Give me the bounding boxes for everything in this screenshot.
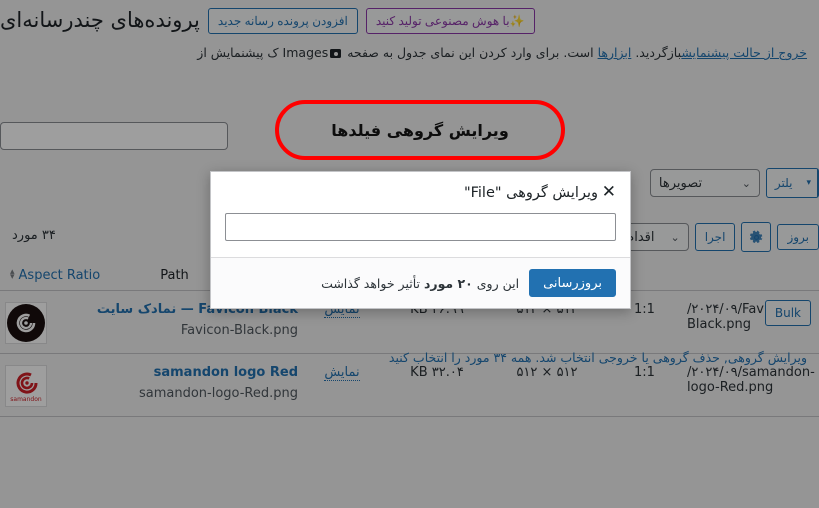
filter-toolbar: ▾ یلتر ⌄ تصویرها [649,168,819,198]
bulk-button[interactable]: Bulk [764,300,811,326]
modal-body [211,207,630,257]
tools-link[interactable]: ابزارها [598,45,632,60]
selection-notice-text: ویرایش گروهی, حذف گروهی یا خروجی انتخاب … [388,350,807,365]
filter-button-label[interactable]: یلتر [767,176,801,190]
sort-icon[interactable]: ▴ ▾ [10,268,15,282]
media-type-select-value: تصویرها [658,175,703,191]
search-input[interactable] [0,122,228,150]
column-header-aspect-ratio[interactable]: ▴ ▾ Aspect Ratio [0,268,132,283]
notice-before-text: ک پیشنمایش از [197,45,279,60]
apply-bulk-action-button[interactable]: اجرا [694,223,736,251]
modal-footer: بروزرسانی این روی ۲۰ مورد تأثیر خواهد گذ… [211,257,630,308]
chevron-down-icon: ⌄ [741,176,751,190]
item-count: ۳۴ مورد [12,228,56,243]
column-header-path: Path [160,267,189,283]
media-dimensions: ۵۱۲ × ۵۱۲ [516,365,578,380]
gear-icon[interactable] [741,222,772,252]
media-filename: Favicon-Black.png [180,322,298,338]
affect-prefix: این روی [472,275,520,291]
notice-images-word: Images [282,45,329,60]
filter-split-button[interactable]: ▾ یلتر [765,168,819,198]
media-filename: samandon-logo-Red.png [138,385,298,401]
modal-header: ✕ ویرایش گروهی "File" [211,172,630,207]
annotation-callout-label: ویرایش گروهی فیلدها [331,120,509,140]
affect-suffix: تأثیر خواهد گذاشت [321,275,424,291]
bulk-strip: Bulk [764,300,811,326]
preview-notice: خروج از حالت پیشنمایشبازگردید. ابزارها ا… [0,34,819,63]
close-icon[interactable]: ✕ [598,184,616,201]
page-title: پرونده‌های چندرسانه‌ای [0,8,200,33]
row-thumbnail-cell [0,300,52,344]
notice-after-text: بازگردید. [635,45,682,60]
media-thumbnail [5,302,47,344]
media-path: /۲۰۲۴/۰۹/samandon-logo-Red.png [687,365,815,395]
column-header-aspect-ratio-label: Aspect Ratio [18,267,101,283]
images-badge-icon [330,49,342,58]
media-thumbnail: samandon [5,365,47,407]
add-new-media-button[interactable]: افزودن پرونده رسانه جدید [207,8,358,34]
browse-button[interactable]: بروز [777,224,819,250]
row-title-cell: samandon logo Red samandon-logo-Red.png [52,363,302,405]
affect-count: ۲۰ مورد [423,275,473,291]
media-type-select[interactable]: ⌄ تصویرها [649,169,760,197]
media-filesize: ۳۲.۰۴ KB [410,365,464,380]
search-bar [0,122,228,150]
media-aspect-ratio: 1:1 [634,365,655,380]
modal-title: ویرایش گروهی "File" [463,184,598,201]
exit-preview-link[interactable]: خروج از حالت پیشنمایش [681,45,807,60]
affected-items-text: این روی ۲۰ مورد تأثیر خواهد گذاشت [225,276,519,291]
update-button[interactable]: بروزرسانی [529,269,616,297]
ai-generate-button[interactable]: ✨با هوش مصنوعی تولید کنید [365,8,535,34]
row-thumbnail-cell: samandon [0,363,52,407]
annotation-callout: ویرایش گروهی فیلدها [275,100,565,160]
notice-middle-text: است. برای وارد کردن این نمای جدول به صفح… [347,45,594,60]
view-link[interactable]: نمایش [324,365,360,381]
chevron-down-icon: ⌄ [670,230,680,244]
media-title[interactable]: samandon logo Red [52,363,298,383]
row-view-cell: نمایش [302,363,382,381]
page-header: پرونده‌های چندرسانه‌ای افزودن پرونده رسا… [0,0,819,34]
bulk-edit-modal: ✕ ویرایش گروهی "File" بروزرسانی این روی … [210,171,631,309]
svg-text:samandon: samandon [10,396,42,403]
bulk-edit-value-input[interactable] [225,213,616,241]
selection-notice: ویرایش گروهی, حذف گروهی یا خروجی انتخاب … [0,350,811,365]
chevron-down-icon[interactable]: ▾ [800,169,818,197]
